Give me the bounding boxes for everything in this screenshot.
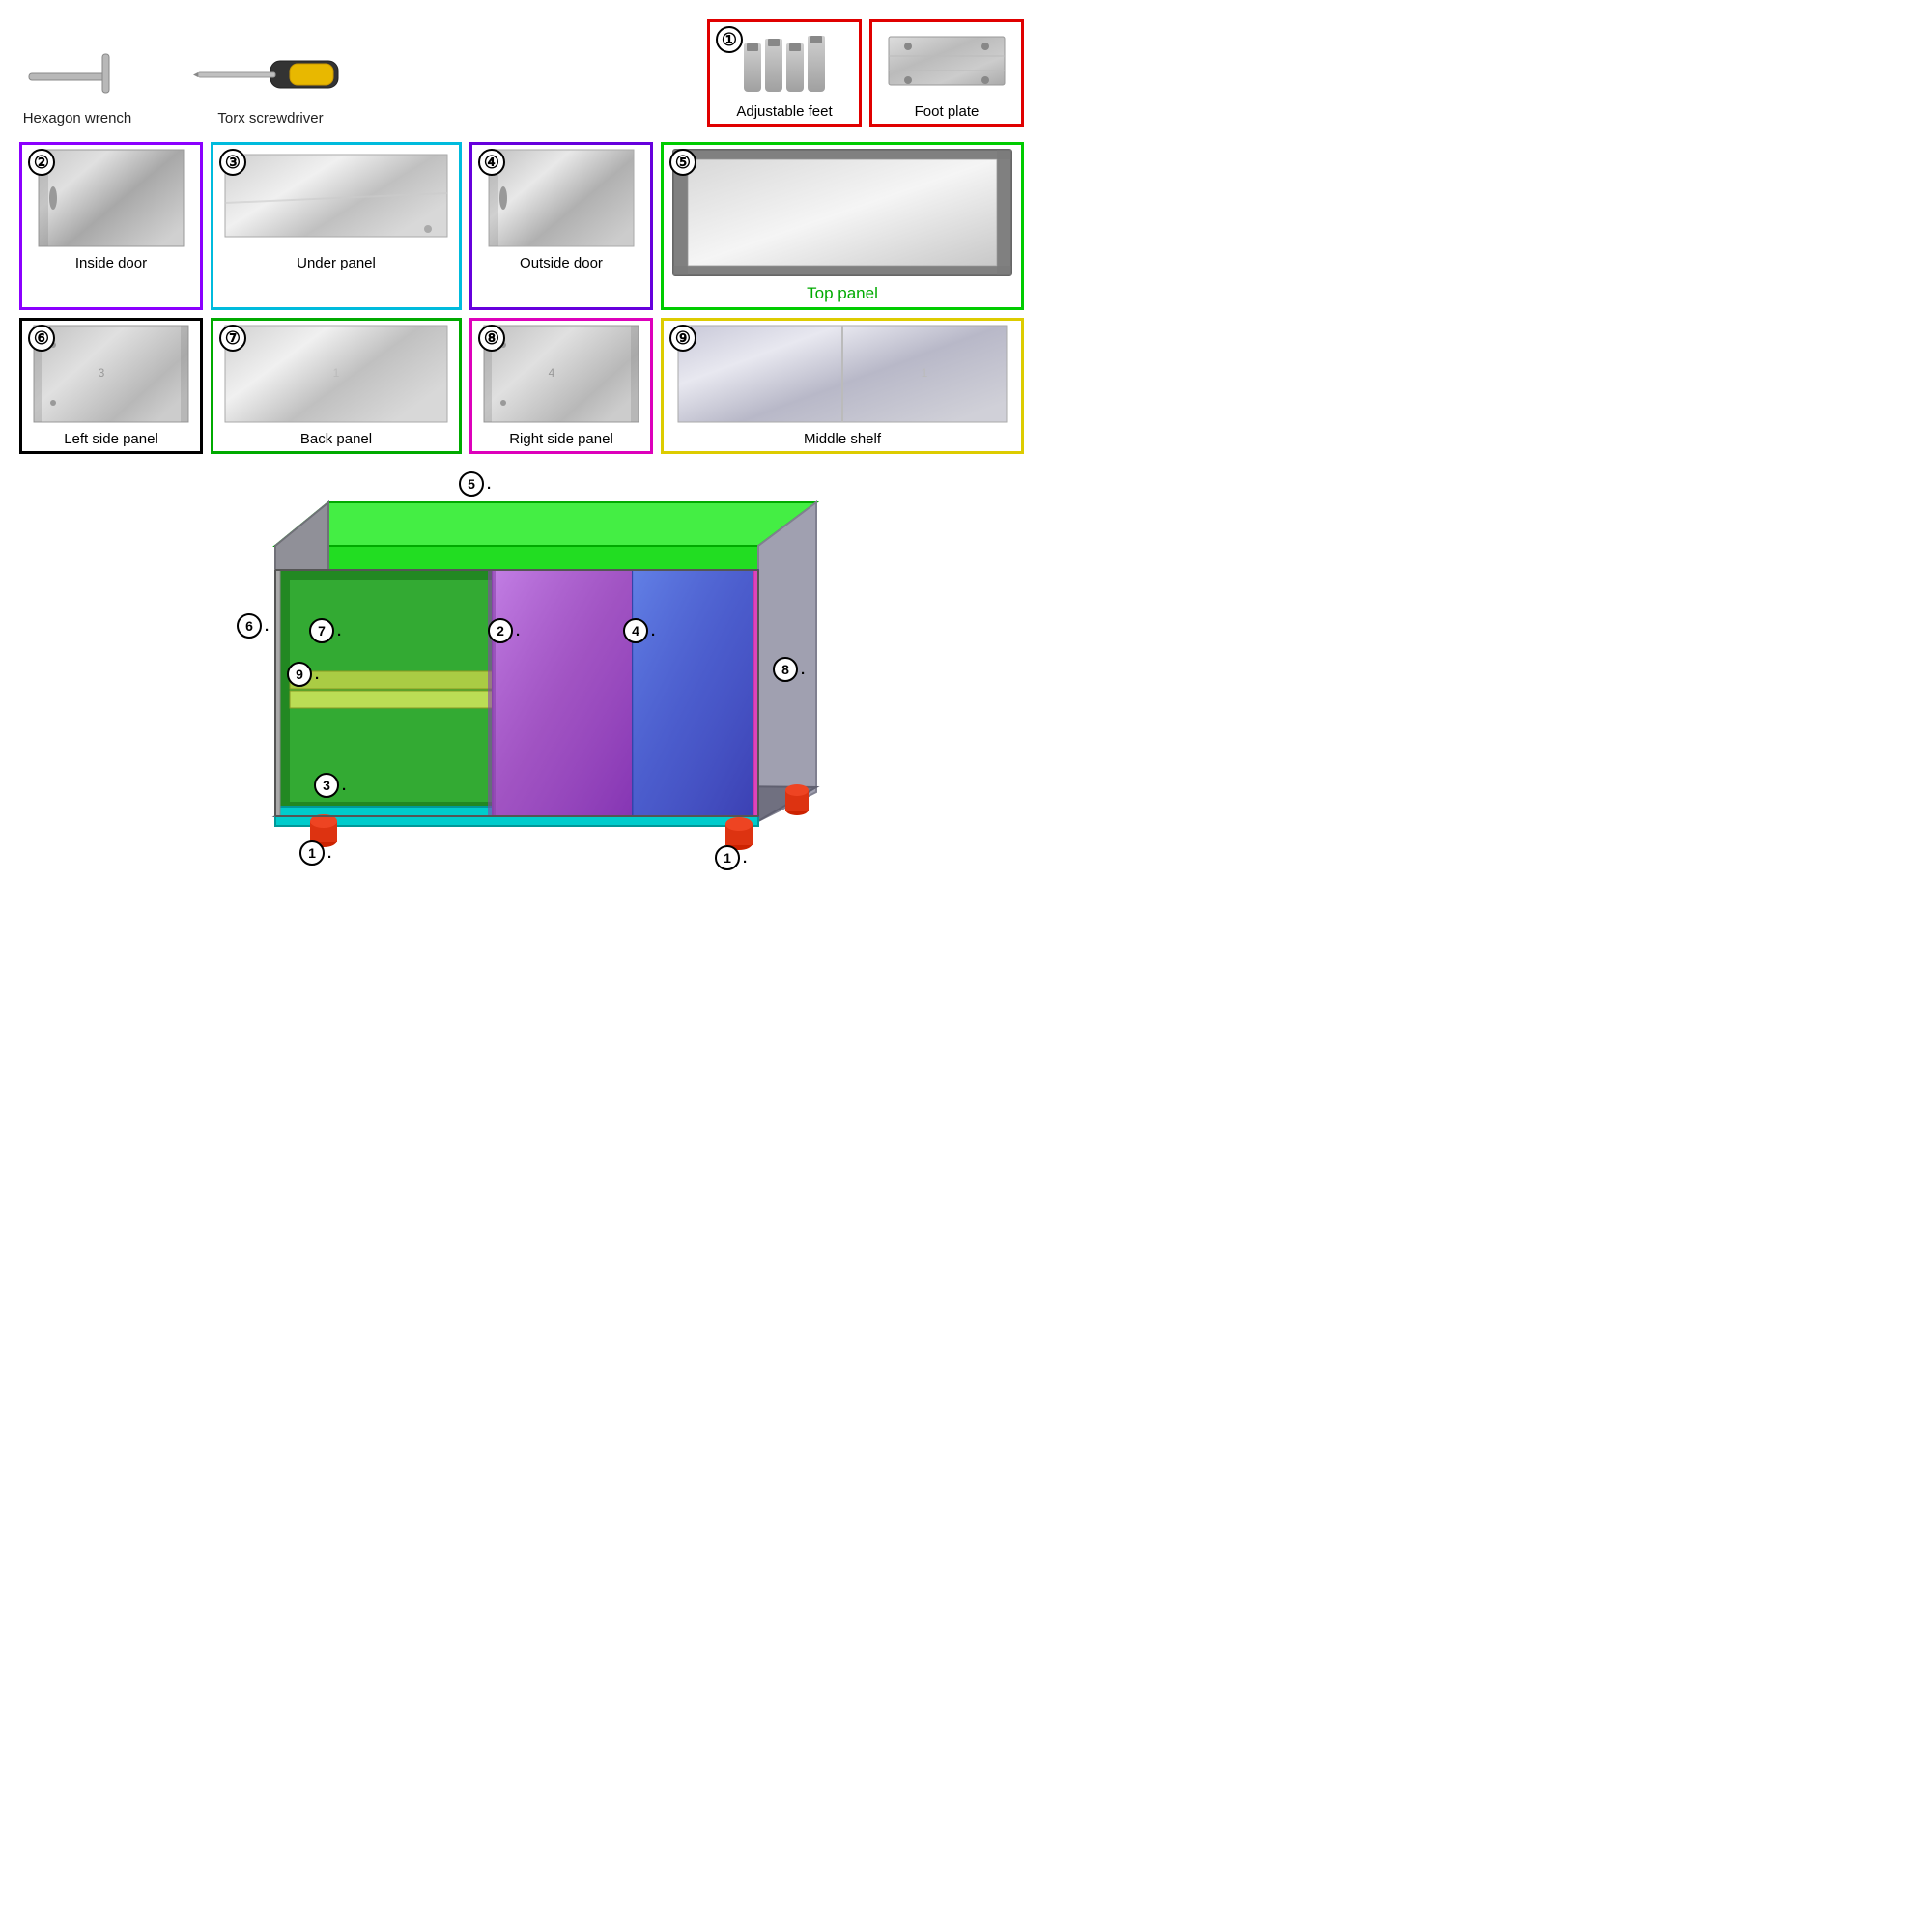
num-8: 8 — [773, 657, 798, 682]
part-top-panel: ⑤ — [661, 142, 1024, 310]
diagram-label-3: 3 . — [314, 773, 346, 798]
diagram-label-2: 2 . — [488, 618, 520, 643]
part-label-9: Middle shelf — [664, 427, 1021, 451]
part-number-3: ③ — [219, 149, 246, 176]
part-label-5: Top panel — [664, 280, 1021, 307]
part-label-1: Adjustable feet — [710, 99, 859, 124]
part-number-2: ② — [28, 149, 55, 176]
diagram-label-1-right: 1 . — [715, 845, 747, 870]
num-6: 6 — [237, 613, 262, 639]
part-outside-door: ④ Outside door — [469, 142, 653, 310]
diagram-label-1-left: 1 . — [299, 840, 331, 866]
num-3: 3 — [314, 773, 339, 798]
part-number-5: ⑤ — [669, 149, 696, 176]
part-number-6: ⑥ — [28, 325, 55, 352]
num-2: 2 — [488, 618, 513, 643]
adjustable-feet-image — [736, 22, 833, 99]
part-inside-door: ② Inside door — [19, 142, 203, 310]
num-9: 9 — [287, 662, 312, 687]
part-label-7: Back panel — [213, 427, 459, 451]
diagram-label-9: 9 . — [287, 662, 319, 687]
num-7: 7 — [309, 618, 334, 643]
diagram-label-7: 7 . — [309, 618, 341, 643]
svg-text:4: 4 — [549, 366, 555, 380]
part-label-foot-plate: Foot plate — [872, 99, 1021, 124]
back-panel-image: 1 — [213, 321, 459, 427]
part-left-side: ⑥ 3 — [19, 318, 203, 454]
page: Hexagon wrench Torx screwdriver ① — [0, 0, 1043, 889]
foot-plate-image — [876, 22, 1017, 99]
num-5: 5 — [459, 471, 484, 497]
part-middle-shelf: ⑨ 1 Middle — [661, 318, 1024, 454]
under-panel-image — [213, 145, 459, 251]
cabinet-diagram: 5 . 6 . 7 . 2 . 4 . — [19, 464, 1024, 869]
svg-text:1: 1 — [333, 366, 340, 380]
diagram-label-4: 4 . — [623, 618, 655, 643]
tool-hexagon-wrench: Hexagon wrench — [19, 46, 135, 127]
tools-row: Hexagon wrench Torx screwdriver ① — [19, 19, 1024, 127]
hexagon-wrench-label: Hexagon wrench — [23, 110, 132, 127]
part-number-7: ⑦ — [219, 325, 246, 352]
tool-torx-screwdriver: Torx screwdriver — [193, 46, 348, 127]
part-number-1: ① — [716, 26, 743, 53]
torx-screwdriver-icon — [193, 46, 348, 104]
torx-screwdriver-label: Torx screwdriver — [217, 110, 323, 127]
diagram-label-5: 5 . — [459, 471, 491, 497]
part-number-9: ⑨ — [669, 325, 696, 352]
part-label-8: Right side panel — [472, 427, 650, 451]
part-right-side: ⑧ 4 — [469, 318, 653, 454]
small-parts-row: ① Adjustable feet — [707, 19, 1024, 127]
part-number-8: ⑧ — [478, 325, 505, 352]
hexagon-wrench-icon — [19, 46, 135, 104]
cabinet-container: 5 . 6 . 7 . 2 . 4 . — [159, 464, 884, 869]
part-foot-plate: Foot plate — [869, 19, 1024, 127]
diagram-label-8: 8 . — [773, 657, 805, 682]
num-4: 4 — [623, 618, 648, 643]
part-back-panel: ⑦ 1 Back panel — [211, 318, 462, 454]
part-label-6: Left side panel — [22, 427, 200, 451]
parts-row-3: ⑥ 3 — [19, 318, 1024, 454]
middle-shelf-image: 1 — [664, 321, 1021, 427]
svg-text:3: 3 — [99, 366, 105, 380]
part-adjustable-feet: ① Adjustable feet — [707, 19, 862, 127]
parts-row-2: ② Inside door — [19, 142, 1024, 310]
part-under-panel: ③ Under panel — [211, 142, 462, 310]
part-label-3: Under panel — [213, 251, 459, 275]
part-label-4: Outside door — [472, 251, 650, 275]
part-label-2: Inside door — [22, 251, 200, 275]
svg-text:1: 1 — [922, 366, 928, 380]
num-1-left: 1 — [299, 840, 325, 866]
top-panel-image — [664, 145, 1021, 280]
part-number-4: ④ — [478, 149, 505, 176]
diagram-label-6: 6 . — [237, 613, 269, 639]
num-1-right: 1 — [715, 845, 740, 870]
